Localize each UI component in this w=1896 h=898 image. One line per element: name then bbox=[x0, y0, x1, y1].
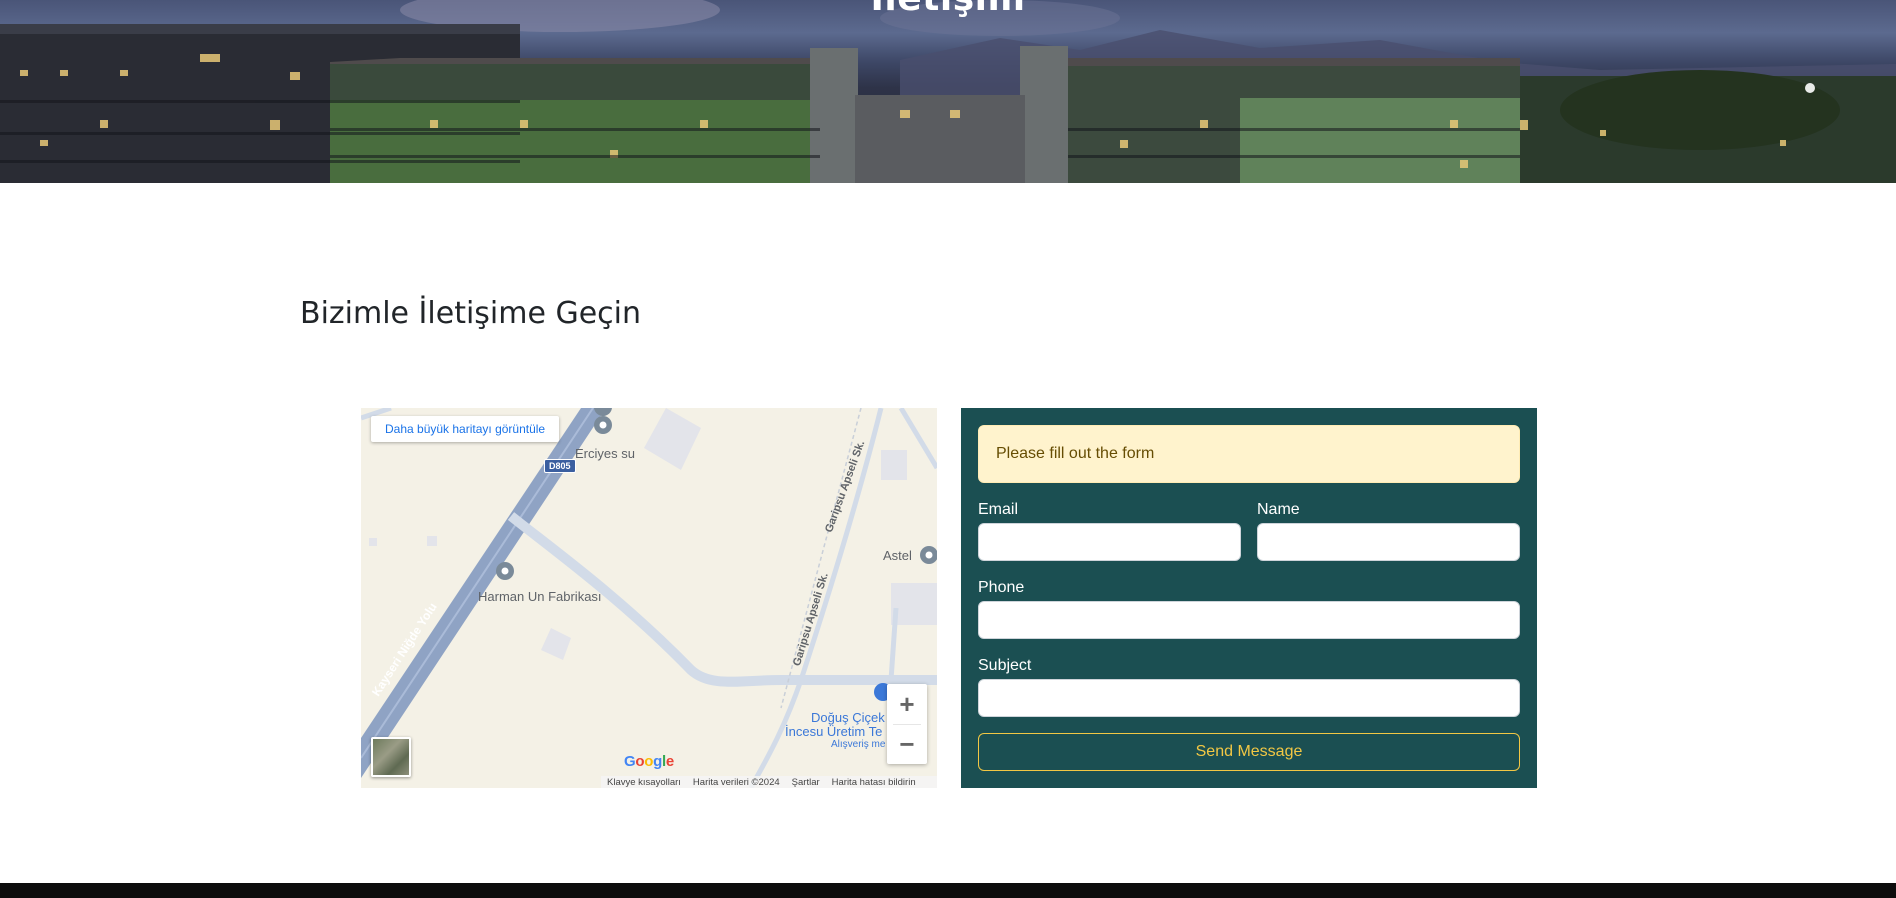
form-alert: Please fill out the form bbox=[978, 425, 1520, 483]
subject-label: Subject bbox=[978, 657, 1032, 674]
email-label: Email bbox=[978, 501, 1019, 518]
email-field[interactable] bbox=[978, 523, 1241, 561]
satellite-layer-icon[interactable] bbox=[371, 737, 411, 777]
google-logo: Google bbox=[624, 753, 674, 770]
map-pin-icon[interactable] bbox=[496, 562, 514, 580]
zoom-control: + − bbox=[887, 684, 927, 764]
name-label: Name bbox=[1257, 501, 1300, 518]
map-pin-icon[interactable] bbox=[920, 546, 937, 564]
name-field[interactable] bbox=[1257, 523, 1520, 561]
road-shield: D805 bbox=[544, 459, 576, 473]
place-label-harman[interactable]: Harman Un Fabrikası bbox=[478, 589, 602, 604]
contact-form: Please fill out the form Email Name Phon… bbox=[961, 408, 1537, 788]
subject-field[interactable] bbox=[978, 679, 1520, 717]
zoom-out-icon[interactable]: − bbox=[887, 724, 927, 764]
map-attribution-bar: Klavye kısayolları Harita verileri ©2024… bbox=[601, 776, 937, 788]
hotel-night-image bbox=[0, 0, 1896, 183]
terms-link[interactable]: Şartlar bbox=[792, 777, 820, 788]
place-label-dogus[interactable]: Doğuş Çiçek bbox=[811, 710, 885, 725]
hero-banner: İletişim bbox=[0, 0, 1896, 183]
send-message-button[interactable]: Send Message bbox=[978, 733, 1520, 771]
keyboard-shortcuts-link[interactable]: Klavye kısayolları bbox=[607, 777, 681, 788]
map-data-text: Harita verileri ©2024 bbox=[692, 776, 780, 788]
place-label-erciyes[interactable]: Erciyes su bbox=[575, 446, 635, 461]
page-title: İletişim bbox=[0, 0, 1896, 19]
phone-label: Phone bbox=[978, 579, 1025, 596]
map-pin-icon[interactable] bbox=[594, 408, 612, 434]
phone-field[interactable] bbox=[978, 601, 1520, 639]
place-label-dogus-line2[interactable]: İncesu Üretim Te bbox=[785, 724, 882, 739]
place-label-dogus-line3[interactable]: Alışveriş me bbox=[831, 739, 885, 750]
report-error-link[interactable]: Harita hatası bildirin bbox=[832, 777, 916, 788]
larger-map-link[interactable]: Daha büyük haritayı görüntüle bbox=[371, 416, 560, 442]
google-map[interactable]: Daha büyük haritayı görüntüle D805 Erciy… bbox=[361, 408, 937, 788]
contact-heading: Bizimle İletişime Geçin bbox=[300, 296, 642, 331]
zoom-in-icon[interactable]: + bbox=[887, 684, 927, 724]
place-label-astel[interactable]: Astel bbox=[883, 548, 912, 563]
page-footer bbox=[0, 883, 1896, 898]
